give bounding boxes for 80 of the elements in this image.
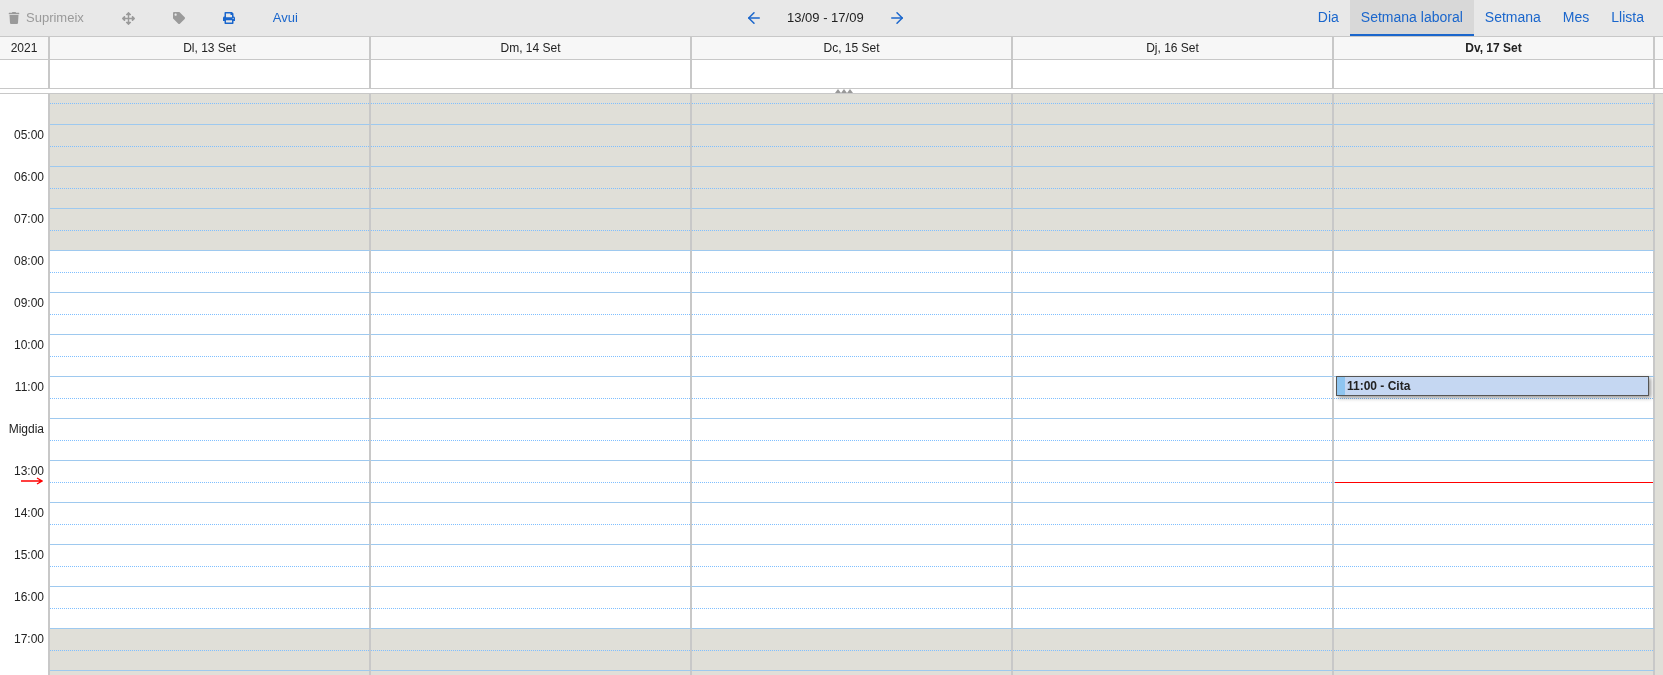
time-slot[interactable] bbox=[1013, 250, 1334, 292]
time-label: 08:00 bbox=[13, 253, 44, 270]
time-slot[interactable] bbox=[1013, 586, 1334, 628]
view-tab[interactable]: Setmana bbox=[1473, 0, 1552, 36]
time-slot[interactable] bbox=[692, 292, 1013, 334]
trash-icon bbox=[8, 12, 20, 24]
date-range: 13/09 - 17/09 bbox=[787, 9, 864, 28]
time-slot[interactable] bbox=[371, 250, 692, 292]
time-label: 13:00 bbox=[13, 463, 44, 480]
current-time-arrow-icon bbox=[21, 477, 43, 485]
time-slot[interactable] bbox=[1334, 250, 1655, 292]
time-slot[interactable] bbox=[50, 292, 371, 334]
time-slot[interactable] bbox=[50, 502, 371, 544]
day-header: Dl, 13 Set bbox=[50, 37, 371, 59]
time-slot[interactable] bbox=[371, 292, 692, 334]
time-slot[interactable] bbox=[1013, 460, 1334, 502]
time-slot[interactable] bbox=[692, 334, 1013, 376]
previous-button[interactable] bbox=[745, 9, 763, 27]
time-slot[interactable] bbox=[1013, 418, 1334, 460]
view-tab[interactable]: Llista bbox=[1600, 0, 1655, 36]
print-icon bbox=[222, 12, 235, 24]
time-label: 10:00 bbox=[13, 337, 44, 354]
time-label: 06:00 bbox=[13, 169, 44, 186]
time-slot[interactable] bbox=[1334, 418, 1655, 460]
time-slot[interactable] bbox=[1334, 292, 1655, 334]
time-slot[interactable] bbox=[692, 502, 1013, 544]
view-tab[interactable]: Dia bbox=[1306, 0, 1350, 36]
time-label: 14:00 bbox=[13, 505, 44, 522]
day-header: Dv, 17 Set bbox=[1334, 37, 1655, 59]
view-tab[interactable]: Mes bbox=[1551, 0, 1601, 36]
time-label: Migdia bbox=[8, 421, 44, 438]
time-slot[interactable] bbox=[1013, 334, 1334, 376]
time-label: 15:00 bbox=[13, 547, 44, 564]
time-slot[interactable] bbox=[371, 502, 692, 544]
time-slot[interactable] bbox=[692, 250, 1013, 292]
day-header: Dm, 14 Set bbox=[371, 37, 692, 59]
resize-grip-icon[interactable] bbox=[835, 89, 853, 93]
time-slot[interactable] bbox=[50, 376, 371, 418]
time-slot[interactable] bbox=[1334, 334, 1655, 376]
time-slot[interactable] bbox=[371, 376, 692, 418]
move-icon bbox=[121, 11, 135, 25]
time-slot[interactable] bbox=[371, 460, 692, 502]
time-slot[interactable] bbox=[1334, 544, 1655, 586]
time-slot[interactable] bbox=[371, 334, 692, 376]
time-slot[interactable] bbox=[1013, 376, 1334, 418]
time-slot[interactable] bbox=[371, 586, 692, 628]
time-slot[interactable] bbox=[50, 544, 371, 586]
time-slot[interactable] bbox=[1013, 544, 1334, 586]
time-label: 11:00 bbox=[14, 379, 44, 396]
time-slot[interactable]: 11:00 - Cita bbox=[1334, 376, 1655, 418]
day-header: Dj, 16 Set bbox=[1013, 37, 1334, 59]
time-slot[interactable] bbox=[1334, 586, 1655, 628]
time-label: 09:00 bbox=[13, 295, 44, 312]
time-slot[interactable] bbox=[371, 418, 692, 460]
time-label: 07:00 bbox=[13, 211, 44, 228]
time-slot[interactable] bbox=[50, 586, 371, 628]
time-slot[interactable] bbox=[692, 544, 1013, 586]
time-label: 17:00 bbox=[13, 631, 44, 648]
time-slot[interactable] bbox=[1013, 502, 1334, 544]
view-tab[interactable]: Setmana laboral bbox=[1349, 0, 1474, 36]
year-label: 2021 bbox=[0, 37, 50, 59]
tag-icon bbox=[172, 12, 185, 24]
time-slot[interactable] bbox=[1334, 460, 1655, 502]
time-label: 05:00 bbox=[13, 127, 44, 144]
time-slot[interactable] bbox=[1013, 292, 1334, 334]
time-slot[interactable] bbox=[692, 586, 1013, 628]
time-slot[interactable] bbox=[371, 544, 692, 586]
time-label: 16:00 bbox=[13, 589, 44, 606]
time-slot[interactable] bbox=[1334, 502, 1655, 544]
time-slot[interactable] bbox=[50, 250, 371, 292]
event-title: 11:00 - Cita bbox=[1347, 378, 1411, 395]
time-slot[interactable] bbox=[692, 376, 1013, 418]
time-slot[interactable] bbox=[50, 460, 371, 502]
time-slot[interactable] bbox=[50, 418, 371, 460]
time-slot[interactable] bbox=[50, 334, 371, 376]
calendar-event[interactable]: 11:00 - Cita bbox=[1336, 376, 1649, 396]
time-slot[interactable] bbox=[692, 460, 1013, 502]
time-slot[interactable] bbox=[692, 418, 1013, 460]
today-button[interactable]: Avui bbox=[264, 4, 306, 32]
day-header: Dc, 15 Set bbox=[692, 37, 1013, 59]
